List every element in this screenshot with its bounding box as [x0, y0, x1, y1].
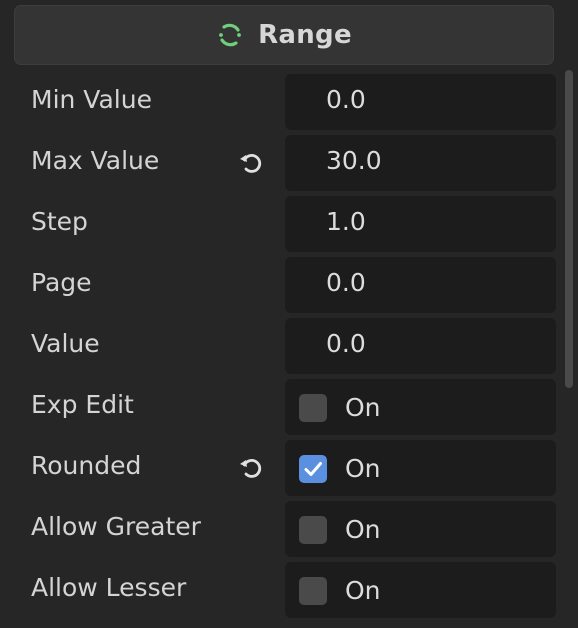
property-label: Value [31, 329, 100, 358]
range-icon [219, 23, 241, 47]
checkbox-label: On [345, 454, 381, 483]
allow-lesser-toggle[interactable]: On [285, 562, 556, 618]
min-value-field[interactable]: 0.0 [285, 74, 556, 130]
field-value: 0.0 [326, 268, 366, 297]
revert-icon[interactable] [237, 454, 265, 482]
checkbox-label: On [345, 515, 381, 544]
property-label: Step [31, 207, 88, 236]
value-field[interactable]: 0.0 [285, 318, 556, 374]
step-field[interactable]: 1.0 [285, 196, 556, 252]
section-title: Range [258, 20, 352, 50]
inspector-panel: Range Min Value 0.0 Max Value 30.0 Step … [0, 0, 578, 628]
vertical-scrollbar[interactable] [565, 70, 573, 388]
property-row-max-value: Max Value 30.0 [0, 134, 560, 195]
checkmark-icon [304, 462, 322, 476]
revert-icon[interactable] [237, 149, 265, 177]
page-field[interactable]: 0.0 [285, 257, 556, 313]
property-row-min-value: Min Value 0.0 [0, 73, 560, 134]
property-row-allow-lesser: Allow Lesser On [0, 561, 560, 622]
checkbox-label: On [345, 576, 381, 605]
allow-greater-toggle[interactable]: On [285, 501, 556, 557]
property-label: Min Value [31, 85, 152, 114]
checkbox-checked[interactable] [299, 455, 327, 483]
field-value: 30.0 [326, 146, 382, 175]
rounded-toggle[interactable]: On [285, 440, 556, 496]
exp-edit-toggle[interactable]: On [285, 379, 556, 435]
property-row-allow-greater: Allow Greater On [0, 500, 560, 561]
property-label: Page [31, 268, 92, 297]
checkbox[interactable] [299, 394, 327, 422]
max-value-field[interactable]: 30.0 [285, 135, 556, 191]
property-row-step: Step 1.0 [0, 195, 560, 256]
property-label: Exp Edit [31, 390, 134, 419]
property-row-exp-edit: Exp Edit On [0, 378, 560, 439]
checkbox[interactable] [299, 516, 327, 544]
checkbox-label: On [345, 393, 381, 422]
property-row-value: Value 0.0 [0, 317, 560, 378]
property-row-rounded: Rounded On [0, 439, 560, 500]
property-label: Allow Lesser [31, 573, 187, 602]
property-label: Rounded [31, 451, 142, 480]
property-label: Allow Greater [31, 512, 201, 541]
field-value: 1.0 [326, 207, 366, 236]
field-value: 0.0 [326, 329, 366, 358]
checkbox[interactable] [299, 577, 327, 605]
property-row-page: Page 0.0 [0, 256, 560, 317]
section-header-range[interactable]: Range [14, 5, 554, 65]
field-value: 0.0 [326, 85, 366, 114]
property-label: Max Value [31, 146, 160, 175]
